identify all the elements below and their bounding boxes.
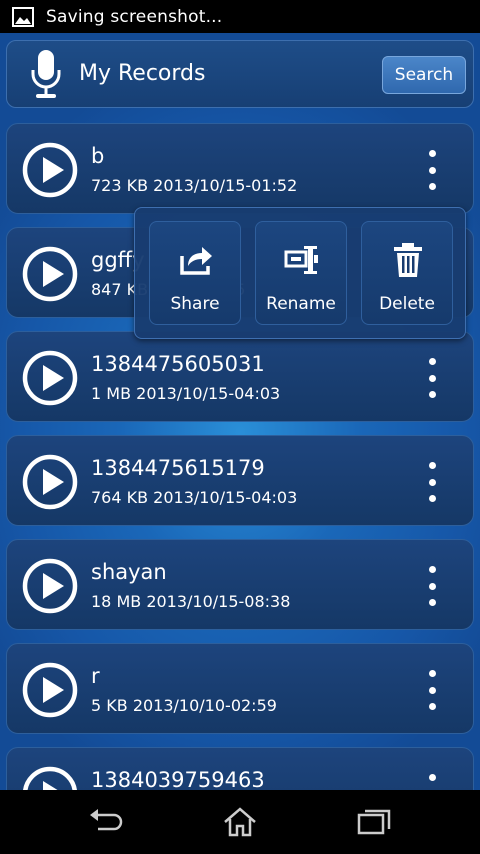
more-options-icon[interactable] <box>427 566 437 606</box>
page-title: My Records <box>79 61 206 86</box>
more-options-icon[interactable] <box>427 150 437 190</box>
list-item[interactable]: b 723 KB 2013/10/15-01:52 <box>6 123 474 214</box>
microphone-icon <box>31 50 61 98</box>
recents-icon[interactable] <box>354 806 394 838</box>
play-icon[interactable] <box>21 661 79 719</box>
navigation-bar <box>0 790 480 854</box>
record-name: r <box>91 664 100 688</box>
list-item[interactable]: 1384475605031 1 MB 2013/10/15-04:03 <box>6 331 474 422</box>
search-button[interactable]: Search <box>382 56 466 94</box>
record-meta: 18 MB 2013/10/15-08:38 <box>91 592 291 611</box>
app-content: My Records Search b 723 KB 2013/10/15-01… <box>0 33 480 790</box>
list-item[interactable]: 1384039759463 <box>6 747 474 790</box>
back-icon[interactable] <box>86 806 126 838</box>
record-name: 1384475615179 <box>91 456 265 480</box>
play-icon[interactable] <box>21 349 79 407</box>
play-icon[interactable] <box>21 453 79 511</box>
record-name: 1384039759463 <box>91 768 265 790</box>
more-options-icon[interactable] <box>427 670 437 710</box>
record-actions-popup: Share Rename Delete <box>134 207 466 339</box>
status-text: Saving screenshot... <box>46 6 223 27</box>
list-item[interactable]: shayan 18 MB 2013/10/15-08:38 <box>6 539 474 630</box>
list-item[interactable]: 1384475615179 764 KB 2013/10/15-04:03 <box>6 435 474 526</box>
record-meta: 764 KB 2013/10/15-04:03 <box>91 488 298 507</box>
play-icon[interactable] <box>21 141 79 199</box>
play-icon[interactable] <box>21 557 79 615</box>
play-icon[interactable] <box>21 245 79 303</box>
more-options-icon[interactable] <box>427 462 437 502</box>
record-name: b <box>91 144 105 168</box>
share-icon <box>180 247 212 275</box>
status-bar: Saving screenshot... <box>0 0 480 33</box>
play-icon[interactable] <box>21 765 79 790</box>
list-item[interactable]: r 5 KB 2013/10/10-02:59 <box>6 643 474 734</box>
more-options-icon[interactable] <box>427 774 437 790</box>
trash-icon <box>394 243 422 277</box>
app-header: My Records Search <box>6 40 474 108</box>
share-label: Share <box>170 294 220 314</box>
delete-label: Delete <box>379 294 435 314</box>
record-meta: 1 MB 2013/10/15-04:03 <box>91 384 281 403</box>
record-meta: 5 KB 2013/10/10-02:59 <box>91 696 277 715</box>
share-button[interactable]: Share <box>149 221 241 325</box>
rename-button[interactable]: Rename <box>255 221 347 325</box>
delete-button[interactable]: Delete <box>361 221 453 325</box>
rename-label: Rename <box>266 294 336 314</box>
rename-icon <box>284 246 318 274</box>
record-name: 1384475605031 <box>91 352 265 376</box>
picture-icon <box>12 6 34 27</box>
record-name: shayan <box>91 560 167 584</box>
more-options-icon[interactable] <box>427 358 437 398</box>
record-meta: 723 KB 2013/10/15-01:52 <box>91 176 298 195</box>
home-icon[interactable] <box>220 806 260 838</box>
